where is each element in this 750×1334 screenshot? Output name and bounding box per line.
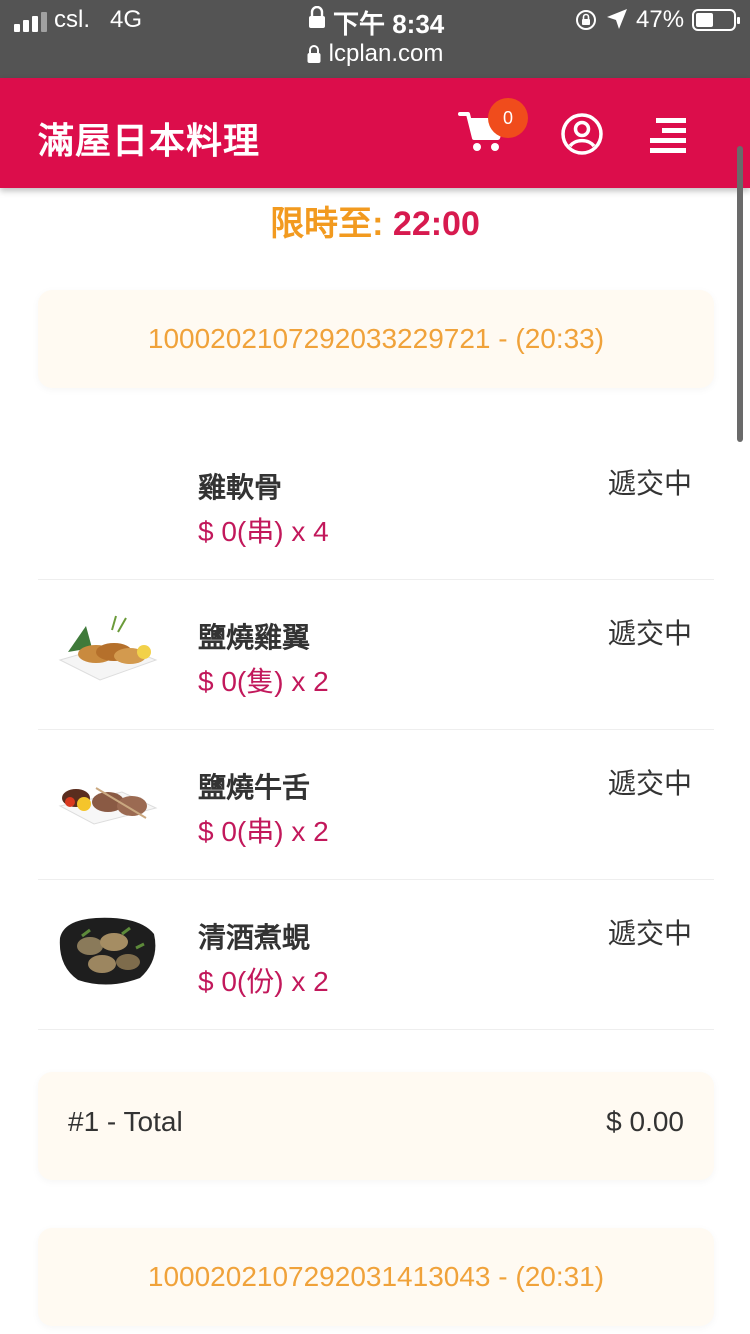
user-account-icon[interactable] xyxy=(560,112,604,156)
order-header[interactable]: 1000202107292031413043 - (20:31) xyxy=(38,1228,714,1326)
order-deadline: 限時至: 22:00 xyxy=(0,196,750,245)
hamburger-menu-icon[interactable] xyxy=(648,114,688,154)
item-status: 遞交中 xyxy=(607,768,692,799)
item-price: $ 0(串) x 4 xyxy=(198,516,329,547)
item-name: 鹽燒雞翼 xyxy=(198,622,311,653)
carrier-name: csl. xyxy=(54,6,90,33)
lock-icon xyxy=(309,6,325,28)
order-item: 雞軟骨 $ 0(串) x 4 遞交中 xyxy=(38,430,714,580)
browser-chrome: csl. 4G 下午 8:34 47% lcplan.com xyxy=(0,0,750,78)
order-header[interactable]: 1000202107292033229721 - (20:33) xyxy=(38,290,714,388)
battery-level xyxy=(696,13,713,27)
battery-icon xyxy=(692,9,740,31)
rotation-lock-icon xyxy=(576,10,596,30)
order-total: #1 - Total $ 0.00 xyxy=(38,1072,714,1180)
item-price: $ 0(隻) x 2 xyxy=(198,666,329,697)
item-price: $ 0(串) x 2 xyxy=(198,816,329,847)
address-bar[interactable]: lcplan.com xyxy=(0,40,750,70)
total-label: #1 - Total xyxy=(68,1106,183,1137)
total-amount: $ 0.00 xyxy=(606,1106,684,1137)
page-scrollbar[interactable] xyxy=(737,146,743,442)
clock: 下午 8:34 xyxy=(333,9,445,39)
secure-lock-icon xyxy=(307,45,321,63)
network-type: 4G xyxy=(110,6,143,33)
url-text: lcplan.com xyxy=(328,40,444,67)
item-status: 遞交中 xyxy=(607,618,692,649)
location-arrow-icon xyxy=(607,9,627,29)
app-header: 滿屋日本料理 0 xyxy=(0,78,750,188)
item-status: 遞交中 xyxy=(607,918,692,949)
item-price: $ 0(份) x 2 xyxy=(198,966,329,997)
cart-count-badge[interactable]: 0 xyxy=(488,98,528,138)
battery-percent: 47% xyxy=(636,6,685,33)
item-name: 雞軟骨 xyxy=(198,472,283,503)
restaurant-title: 滿屋日本料理 xyxy=(38,120,261,161)
status-bar: csl. 4G 下午 8:34 47% xyxy=(0,0,750,40)
signal-icon xyxy=(14,12,47,32)
item-status: 遞交中 xyxy=(607,468,692,499)
beef-tongue-skewer-icon xyxy=(58,787,158,825)
sake-clams-icon xyxy=(59,917,156,985)
deadline-time: 22:00 xyxy=(392,205,480,243)
order-item: 鹽燒牛舌 $ 0(串) x 2 遞交中 xyxy=(38,730,714,880)
item-name: 清酒煮蜆 xyxy=(198,922,311,953)
item-name: 鹽燒牛舌 xyxy=(198,772,311,803)
deadline-label: 限時至: xyxy=(270,205,384,243)
order-item: 清酒煮蜆 $ 0(份) x 2 遞交中 xyxy=(38,880,714,1030)
grilled-wings-icon xyxy=(58,615,158,681)
order-item: 鹽燒雞翼 $ 0(隻) x 2 遞交中 xyxy=(38,580,714,730)
